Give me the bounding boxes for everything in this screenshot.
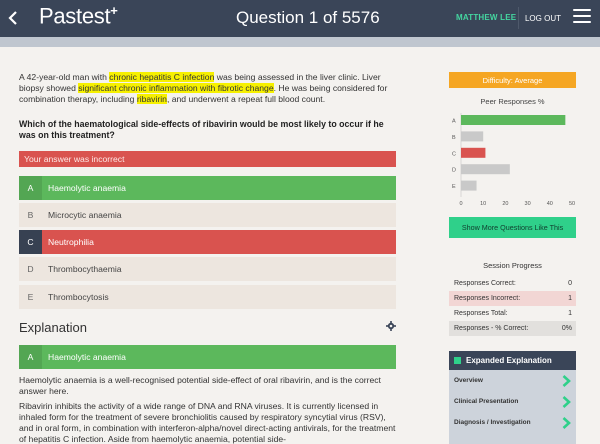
answer-option-a[interactable]: A Haemolytic anaemia [19,176,396,200]
answer-letter: A [19,345,42,369]
menu-icon[interactable] [573,9,591,27]
category-label: D [452,168,456,174]
expanded-item-label: Diagnosis / Investigation [454,419,531,426]
answer-text: Thrombocythaemia [48,264,122,274]
question-stem: A 42-year-old man with chronic hepatitis… [19,72,397,105]
peer-responses-chart: A B C D E 0 10 20 30 40 50 [452,113,575,207]
progress-label: Responses Incorrect: [454,295,521,302]
x-tick-label: 40 [547,201,553,207]
answer-text: Microcytic anaemia [48,210,122,220]
expanded-explanation-header: Expanded Explanation [449,351,576,370]
progress-value: 0% [561,325,572,332]
highlighted-text: ribavirin [136,94,167,104]
square-icon [454,357,461,364]
user-name[interactable]: MATTHEW LEE [456,13,516,22]
bar-c [461,147,486,158]
answer-option-d[interactable]: D Thrombocythaemia [19,257,396,281]
progress-label: Responses Total: [454,310,508,317]
expanded-explanation-panel: Expanded Explanation Overview Clinical Pr… [449,351,576,444]
pastest-logo[interactable]: Pastest+ [39,3,118,29]
progress-row: Responses Correct: 0 [449,276,576,291]
highlighted-text: significant chronic inflammation with fi… [78,83,274,93]
x-tick-label: 30 [525,201,531,207]
progress-value: 1 [568,295,572,302]
question-prompt: Which of the haematological side-effects… [19,119,384,140]
gear-icon[interactable] [386,321,396,331]
category-label: C [452,151,456,157]
progress-value: 0 [568,280,572,287]
stem-text: A 42-year-old man with [19,72,110,82]
stem-text: , and underwent a repeat full blood coun… [166,94,326,104]
peer-responses-title: Peer Responses % [480,97,545,106]
category-label: B [452,135,456,141]
chevron-right-icon [562,374,571,387]
progress-row: Responses Total: 1 [449,306,576,321]
result-banner: Your answer was incorrect [19,151,396,167]
progress-value: 1 [568,310,572,317]
progress-label: Responses Correct: [454,280,516,287]
answer-option-b[interactable]: B Microcytic anaemia [19,203,396,227]
expanded-item-label: Clinical Presentation [454,398,519,405]
show-more-button[interactable]: Show More Questions Like This [449,217,576,238]
highlighted-text: chronic hepatitis C infection [109,72,215,82]
x-tick-label: 20 [502,201,508,207]
category-label: E [452,184,456,190]
bar-d [461,164,510,175]
answer-letter: D [27,264,34,274]
difficulty-badge: Difficulty: Average [449,72,576,88]
expanded-item-label: Overview [454,377,483,384]
answer-option-c[interactable]: C Neutrophilia [19,230,396,254]
bar-b [461,131,484,142]
answer-text: Thrombocytosis [48,292,109,302]
chevron-left-icon [8,11,17,25]
logout-button[interactable]: LOG OUT [518,7,567,29]
answer-letter: B [27,210,34,220]
x-tick-label: 50 [569,201,575,207]
expanded-item-clinical-presentation[interactable]: Clinical Presentation [449,391,576,412]
progress-row: Responses - % Correct: 0% [449,321,576,336]
answer-option-e[interactable]: E Thrombocytosis [19,285,396,309]
session-progress-title: Session Progress [483,261,542,270]
x-tick-label: 0 [459,201,462,207]
category-label: A [452,119,456,125]
answer-text: Haemolytic anaemia [48,183,126,193]
question-counter: Question 1 of 5576 [236,8,380,27]
answer-letter: C [19,230,42,254]
top-bar: Pastest+ Question 1 of 5576 MATTHEW LEE … [0,0,600,37]
sub-bar [0,37,600,47]
answer-letter: E [27,292,34,302]
explanation-correct-answer: A Haemolytic anaemia [19,345,396,369]
answer-text: Haemolytic anaemia [48,352,126,362]
expanded-item-overview[interactable]: Overview [449,370,576,391]
chevron-right-icon [562,416,571,429]
explanation-heading: Explanation [19,320,87,335]
answer-letter: A [19,176,42,200]
explanation-paragraph-2: Ribavirin inhibits the activity of a wid… [19,401,396,444]
chevron-right-icon [562,395,571,408]
back-button[interactable] [4,6,22,30]
progress-label: Responses - % Correct: [454,325,529,332]
bar-e [461,180,477,191]
expanded-item-diagnosis-investigation[interactable]: Diagnosis / Investigation [449,412,576,433]
bar-a [461,115,566,125]
explanation-paragraph-1: Haemolytic anaemia is a well-recognised … [19,375,381,396]
answer-text: Neutrophilia [48,237,94,247]
progress-row: Responses Incorrect: 1 [449,291,576,306]
x-tick-label: 10 [480,201,486,207]
